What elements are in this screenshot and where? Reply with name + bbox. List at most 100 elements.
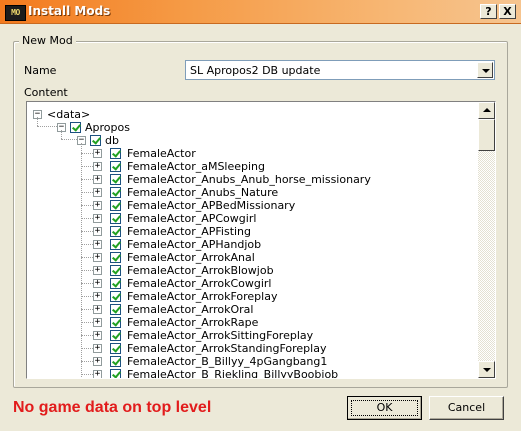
tree-item[interactable]: + FemaleActor_ArrokBlowjob [27,264,477,277]
tree-item-label: FemaleActor_ArrokBlowjob [127,264,274,277]
tree-item[interactable]: + FemaleActor_APBedMissionary [27,199,477,212]
tree-item[interactable]: + FemaleActor_B_Billyy_4pGangbang1 [27,355,477,368]
expand-icon[interactable]: + [93,292,102,301]
tree-item-label: FemaleActor_ArrokCowgirl [127,277,272,290]
expand-icon[interactable]: + [93,253,102,262]
ok-button[interactable]: OK [347,396,422,420]
expand-icon[interactable]: + [93,266,102,275]
tree-item-label: FemaleActor_aMSleeping [127,160,266,173]
tree-item[interactable]: + FemaleActor_ArrokForeplay [27,290,477,303]
title-bar[interactable]: MO Install Mods ? X [0,0,521,24]
tree-item-label: FemaleActor_ArrokRape [127,316,259,329]
scroll-down-icon[interactable] [478,361,495,378]
expand-icon[interactable]: + [93,240,102,249]
tree-item[interactable]: + FemaleActor [27,147,477,160]
tree-item[interactable]: + FemaleActor_APFisting [27,225,477,238]
checkbox-icon[interactable] [110,369,121,378]
tree-viewport: − <data> − Apropos − db + FemaleActor + Fem… [27,102,478,378]
tree-item[interactable]: + FemaleActor_ArrokCowgirl [27,277,477,290]
tree-item-label: FemaleActor_ArrokStandingForeplay [127,342,327,355]
scrollbar-thumb[interactable] [478,119,495,151]
expand-icon[interactable]: + [93,279,102,288]
tree-item[interactable]: + FemaleActor_B_Riekling_BillyyBoobjob [27,368,477,378]
checkbox-icon[interactable] [110,174,121,185]
tree-node-apropos[interactable]: − Apropos [27,121,227,134]
checkbox-icon[interactable] [110,356,121,367]
tree-node-label: <data> [47,108,91,121]
expand-icon[interactable]: + [93,370,102,378]
expand-icon[interactable]: + [93,357,102,366]
tree-item-label: FemaleActor_Anubs_Anub_horse_missionary [127,173,371,186]
tree-item-label: FemaleActor_APFisting [127,225,252,238]
tree-item[interactable]: + FemaleActor_ArrokOral [27,303,477,316]
help-button[interactable]: ? [480,4,497,19]
tree-node-db[interactable]: − db [27,134,227,147]
checkbox-icon[interactable] [110,239,121,250]
content-tree[interactable]: − <data> − Apropos − db + FemaleActor + Fem… [26,101,496,379]
tree-connector [37,126,57,127]
tree-item[interactable]: + FemaleActor_aMSleeping [27,160,477,173]
expand-icon[interactable]: + [93,305,102,314]
tree-item-label: FemaleActor_ArrokAnal [127,251,255,264]
checkbox-icon[interactable] [110,291,121,302]
close-button[interactable]: X [499,4,516,19]
tree-item[interactable]: + FemaleActor_APCowgirl [27,212,477,225]
checkbox-icon[interactable] [90,135,101,146]
expand-icon[interactable]: + [93,175,102,184]
tree-item-label: FemaleActor [127,147,196,160]
checkbox-icon[interactable] [110,200,121,211]
group-legend: New Mod [19,34,76,47]
tree-node-label: Apropos [85,121,130,134]
chevron-down-icon[interactable] [477,62,493,78]
checkbox-icon[interactable] [110,187,121,198]
tree-node-root[interactable]: − <data> [27,108,227,121]
checkbox-icon[interactable] [110,148,121,159]
checkbox-icon[interactable] [110,213,121,224]
tree-item[interactable]: + FemaleActor_ArrokStandingForeplay [27,342,477,355]
tree-connector [61,139,77,140]
checkbox-icon[interactable] [110,265,121,276]
window-title: Install Mods [28,4,111,18]
tree-item[interactable]: + FemaleActor_ArrokRape [27,316,477,329]
app-icon: MO [5,5,26,21]
tree-item-label: FemaleActor_Anubs_Nature [127,186,279,199]
expand-icon[interactable]: + [93,318,102,327]
tree-item[interactable]: + FemaleActor_ArrokSittingForeplay [27,329,477,342]
tree-connector [37,117,38,126]
expand-icon[interactable]: + [93,149,102,158]
checkbox-icon[interactable] [110,161,121,172]
tree-item[interactable]: + FemaleActor_Anubs_Nature [27,186,477,199]
name-label: Name [24,64,57,77]
expand-icon[interactable]: + [93,214,102,223]
tree-item-label: FemaleActor_ArrokSittingForeplay [127,329,314,342]
tree-item-label: FemaleActor_APCowgirl [127,212,257,225]
expand-icon[interactable]: + [93,331,102,340]
tree-item-label: FemaleActor_ArrokOral [127,303,254,316]
checkbox-icon[interactable] [70,122,81,133]
name-combobox-value: SL Apropos2 DB update [190,64,321,77]
checkbox-icon[interactable] [110,278,121,289]
tree-item[interactable]: + FemaleActor_APHandjob [27,238,477,251]
expand-icon[interactable]: + [93,227,102,236]
checkbox-icon[interactable] [110,330,121,341]
checkbox-icon[interactable] [110,252,121,263]
expand-icon[interactable]: + [93,201,102,210]
expand-icon[interactable]: + [93,344,102,353]
cancel-button[interactable]: Cancel [429,396,504,420]
tree-item[interactable]: + FemaleActor_Anubs_Anub_horse_missionary [27,173,477,186]
checkbox-icon[interactable] [110,304,121,315]
checkbox-icon[interactable] [110,343,121,354]
tree-item-label: FemaleActor_B_Riekling_BillyyBoobjob [127,368,339,378]
scroll-up-icon[interactable] [478,102,495,119]
content-label: Content [24,86,68,99]
expand-icon[interactable]: + [93,188,102,197]
status-message: No game data on top level [13,399,212,416]
tree-connector [61,130,62,139]
tree-item-label: FemaleActor_ArrokForeplay [127,290,278,303]
checkbox-icon[interactable] [110,226,121,237]
vertical-scrollbar[interactable] [478,102,495,378]
expand-icon[interactable]: + [93,162,102,171]
name-combobox[interactable]: SL Apropos2 DB update [185,60,495,80]
checkbox-icon[interactable] [110,317,121,328]
tree-item[interactable]: + FemaleActor_ArrokAnal [27,251,477,264]
